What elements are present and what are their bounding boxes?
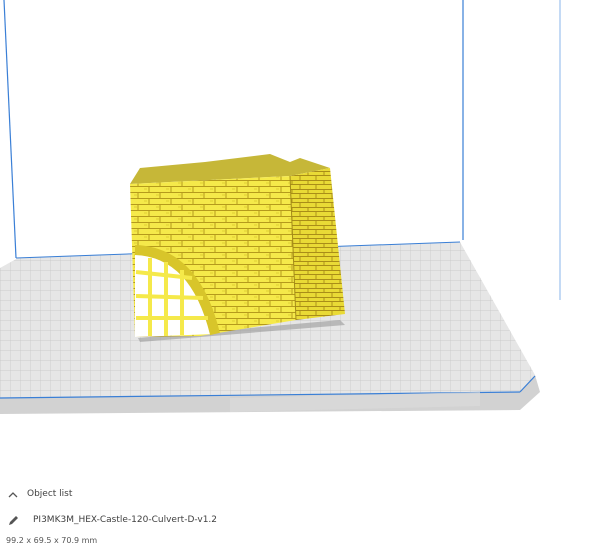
object-list-item[interactable]: PI3MK3M_HEX-Castle-120-Culvert-D-v1.2 (6, 514, 217, 526)
chevron-up-icon (6, 488, 20, 500)
model-castle-culvert[interactable] (130, 154, 345, 342)
object-list-panel: Object list PI3MK3M_HEX-Castle-120-Culve… (0, 482, 600, 550)
object-name: PI3MK3M_HEX-Castle-120-Culvert-D-v1.2 (33, 515, 218, 525)
object-dimensions: 99.2 x 69.5 x 70.9 mm (6, 536, 98, 545)
cura-window: Object list PI3MK3M_HEX-Castle-120-Culve… (0, 0, 600, 550)
object-list-label: Object list (27, 489, 73, 499)
3d-viewport[interactable] (0, 0, 600, 550)
object-list-toggle[interactable]: Object list (6, 488, 72, 500)
pencil-icon[interactable] (6, 514, 20, 526)
